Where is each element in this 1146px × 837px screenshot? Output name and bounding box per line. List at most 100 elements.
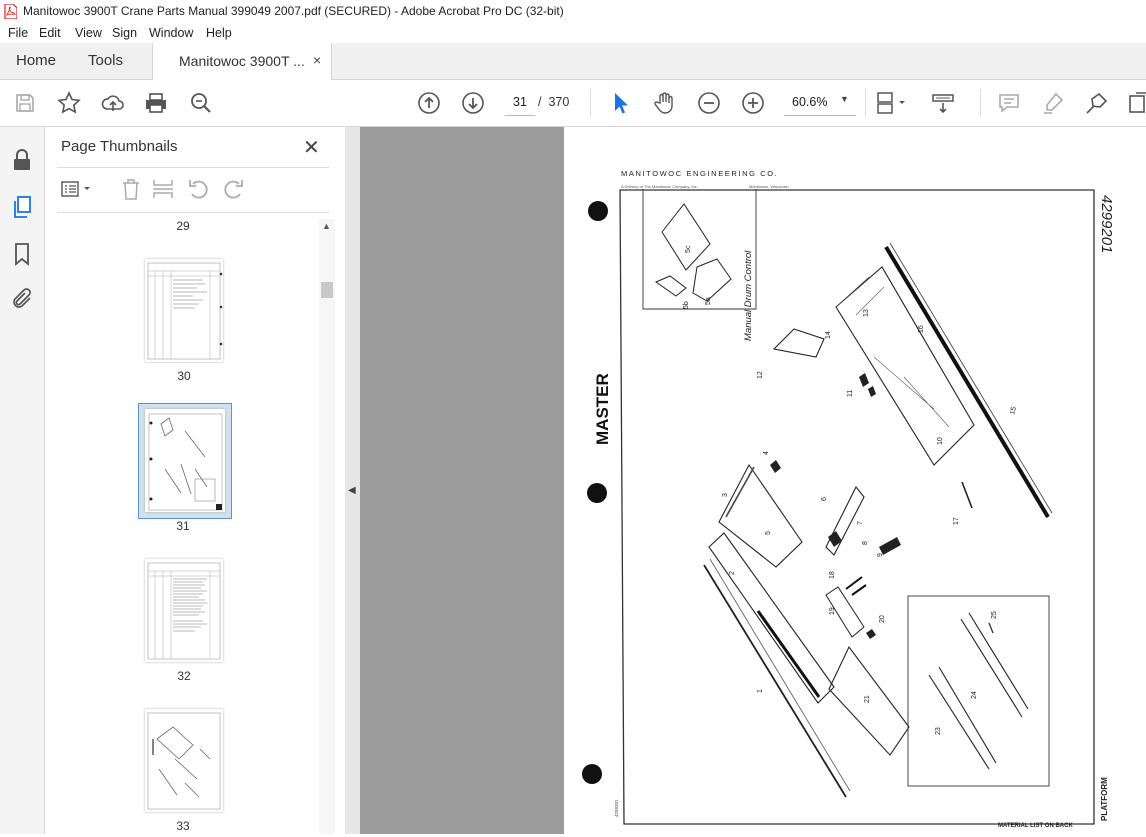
svg-text:17: 17 [953,517,960,525]
rotate-clockwise-icon[interactable] [221,177,245,201]
menu-edit[interactable]: Edit [39,26,61,40]
svg-text:15: 15 [1009,406,1018,415]
svg-text:20: 20 [879,615,886,623]
thumbnail-label: 33 [176,819,190,833]
thumbnail-label: 29 [176,219,190,233]
zoom-out-icon[interactable] [697,91,721,115]
master-stamp: MASTER [593,373,612,445]
collapse-arrow-icon: ◀ [348,485,356,496]
select-cursor-icon[interactable] [609,91,633,115]
tab-document[interactable]: Manitowoc 3900T ... × [152,43,332,80]
bookmark-star-icon[interactable] [57,91,81,115]
zoom-level-value: 60.6% [792,95,828,109]
svg-text:13: 13 [863,309,870,317]
page-separator: / [538,95,542,109]
thumbnail-image [148,413,223,511]
thumbnail-options-icon[interactable] [59,177,95,201]
drawing-number: 4299201 [1098,195,1115,253]
divider [57,212,329,213]
export-pdf-icon[interactable] [1127,91,1146,115]
extract-pages-icon[interactable] [151,177,175,201]
panel-title: Page Thumbnails [61,138,178,155]
panel-close-icon[interactable]: ✕ [303,135,320,160]
acrobat-app-icon [4,4,17,19]
previous-page-icon[interactable] [417,91,441,115]
title-bar: Manitowoc 3900T Crane Parts Manual 39904… [0,0,1146,23]
tab-close-icon[interactable]: × [313,52,321,68]
save-icon[interactable] [13,91,37,115]
zoom-level-select[interactable]: 60.6% ▼ [784,89,856,116]
svg-text:25: 25 [991,611,998,619]
highlight-pen-icon[interactable] [1041,91,1065,115]
thumbnail-image [147,712,221,810]
pdf-page: MANITOWOC ENGINEERING CO. A Division of … [564,127,1146,834]
delete-trash-icon[interactable] [119,177,143,201]
svg-text:5c: 5c [685,245,692,253]
zoom-in-icon[interactable] [741,91,765,115]
page-number-input[interactable]: 31 [505,89,535,116]
page-thumbnail-32[interactable] [145,559,223,662]
svg-text:3: 3 [722,493,729,497]
menu-file[interactable]: File [8,26,28,40]
tab-document-label: Manitowoc 3900T ... [179,53,305,69]
main-toolbar: 31 / 370 60.6% ▼ [0,80,1146,127]
document-viewer[interactable]: MANITOWOC ENGINEERING CO. A Division of … [360,127,1146,834]
thumbnail-label: 31 [176,519,190,533]
page-fit-icon[interactable] [875,91,909,115]
thumbnails-scrollbar[interactable]: ▲ [319,219,335,834]
menu-bar: File Edit View Sign Window Help [0,23,1146,43]
hand-tool-icon[interactable] [653,91,677,115]
bookmarks-icon[interactable] [10,242,34,266]
drawing-header: MANITOWOC ENGINEERING CO. [621,169,778,178]
rotate-counterclockwise-icon[interactable] [187,177,211,201]
zoom-search-icon[interactable] [189,91,213,115]
comment-icon[interactable] [997,91,1021,115]
tab-home[interactable]: Home [16,43,56,79]
svg-text:10: 10 [937,437,944,445]
scrollbar-thumb[interactable] [321,282,333,298]
menu-window[interactable]: Window [149,26,193,40]
next-page-icon[interactable] [461,91,485,115]
page-thumbnail-31[interactable] [145,409,225,512]
page-thumbnails-panel: Page Thumbnails ✕ ▲ 29 30 31 32 33 [45,127,346,834]
attachments-paperclip-icon[interactable] [10,287,34,311]
drawing-subheader-left: A Division of The Manitowoc Company, Inc… [621,184,698,189]
menu-sign[interactable]: Sign [112,26,137,40]
divider [57,167,329,168]
window-title: Manitowoc 3900T Crane Parts Manual 39904… [23,4,564,18]
svg-text:8: 8 [862,541,869,545]
svg-text:18: 18 [829,571,836,579]
svg-text:12: 12 [757,371,764,379]
thumbnail-image [147,262,223,360]
svg-text:14: 14 [825,331,832,339]
inset-title: Manual Drum Control [743,250,754,341]
scroll-up-icon[interactable]: ▲ [322,221,331,231]
lock-icon[interactable] [10,148,34,172]
thumbnail-image [147,562,221,660]
page-thumbnails-icon[interactable] [10,195,34,219]
scroll-mode-icon[interactable] [931,91,955,115]
footer-title: PLATFORM [1100,777,1109,821]
page-total: / 370 [538,95,569,109]
parts-drawing: MANITOWOC ENGINEERING CO. A Division of … [582,169,1115,829]
svg-text:11: 11 [847,390,854,397]
sign-pen-icon[interactable] [1085,91,1109,115]
svg-text:5b: 5b [683,301,690,309]
svg-text:24: 24 [971,691,978,699]
tab-tools[interactable]: Tools [88,43,123,79]
panel-collapse-handle[interactable]: ◀ [345,127,360,834]
page-thumbnail-30[interactable] [145,259,223,362]
svg-text:2: 2 [729,571,736,575]
upload-cloud-icon[interactable] [101,91,125,115]
menu-help[interactable]: Help [206,26,232,40]
svg-text:19: 19 [829,607,836,615]
thumbnail-label: 30 [177,369,191,383]
page-thumbnail-33[interactable] [145,709,223,812]
svg-text:21: 21 [864,695,871,703]
menu-view[interactable]: View [75,26,102,40]
print-icon[interactable] [144,91,168,115]
svg-text:7: 7 [857,521,864,525]
thumbnail-label: 32 [177,669,191,683]
page-total-count: 370 [548,95,570,109]
svg-text:4: 4 [763,451,770,455]
